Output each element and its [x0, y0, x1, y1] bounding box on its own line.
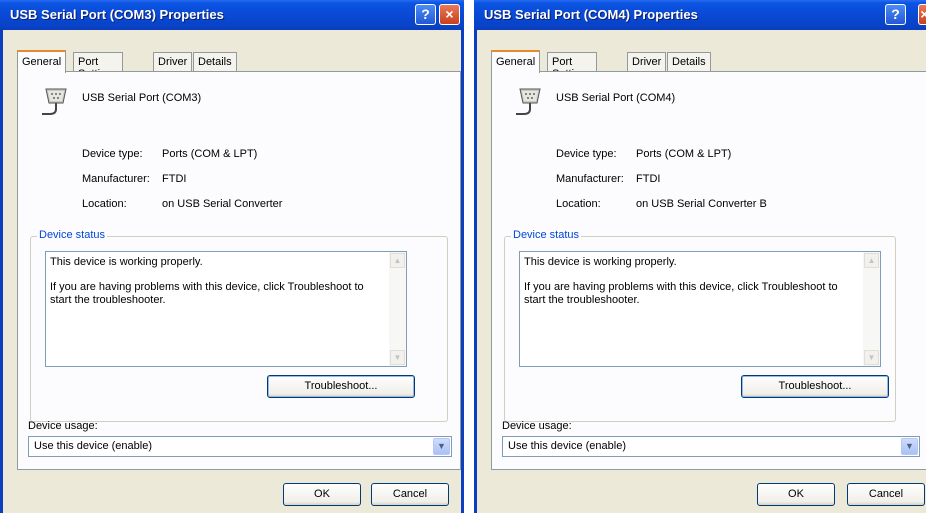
title-bar[interactable]: USB Serial Port (COM3) Properties ? ×: [0, 0, 464, 30]
scroll-up-icon[interactable]: ▲: [390, 253, 405, 268]
close-button[interactable]: ×: [918, 4, 926, 25]
status-working-text: This device is working properly.: [50, 256, 203, 268]
tab-port-settings[interactable]: Port Settings: [547, 52, 597, 80]
troubleshoot-button[interactable]: Troubleshoot...: [741, 375, 889, 398]
device-status-title: Device status: [37, 229, 108, 241]
device-usage-select[interactable]: Use this device (enable) ▼: [502, 436, 920, 457]
title-bar[interactable]: USB Serial Port (COM4) Properties ? ×: [474, 0, 926, 30]
device-type-label: Device type:: [82, 148, 143, 160]
manufacturer-label: Manufacturer:: [556, 173, 624, 185]
help-button[interactable]: ?: [415, 4, 436, 25]
status-scrollbar[interactable]: ▲ ▼: [863, 252, 880, 366]
properties-dialog-com4: USB Serial Port (COM4) Properties ? × Ge…: [474, 0, 926, 513]
device-status-title: Device status: [511, 229, 582, 241]
device-usage-label: Device usage:: [502, 420, 572, 432]
device-usage-select[interactable]: Use this device (enable) ▼: [28, 436, 452, 457]
device-usage-value: Use this device (enable): [508, 440, 627, 452]
troubleshoot-button[interactable]: Troubleshoot...: [267, 375, 415, 398]
status-help-text: If you are having problems with this dev…: [50, 281, 364, 306]
device-status-textbox[interactable]: This device is working properly. If you …: [519, 251, 881, 367]
tab-port-settings[interactable]: Port Settings: [73, 52, 123, 80]
cancel-button[interactable]: Cancel: [371, 483, 449, 506]
properties-dialog-com3: USB Serial Port (COM3) Properties ? × Ge…: [0, 0, 464, 513]
tab-general[interactable]: General: [17, 50, 67, 73]
device-status-textbox[interactable]: This device is working properly. If you …: [45, 251, 407, 367]
serial-port-icon: [42, 88, 67, 115]
tab-general[interactable]: General: [491, 50, 541, 73]
help-button[interactable]: ?: [885, 4, 906, 25]
device-name: USB Serial Port (COM4): [556, 92, 676, 104]
cancel-button[interactable]: Cancel: [847, 483, 925, 506]
serial-port-icon: [516, 88, 541, 115]
device-type-value: Ports (COM & LPT): [636, 148, 732, 160]
device-status-group: Device status This device is working pro…: [504, 229, 896, 422]
close-button[interactable]: ×: [439, 4, 460, 25]
window-title: USB Serial Port (COM3) Properties: [10, 7, 224, 22]
general-tab-panel: USB Serial Port (COM3) Device type: Port…: [17, 71, 461, 470]
status-help-text: If you are having problems with this dev…: [524, 281, 838, 306]
location-label: Location:: [556, 198, 601, 210]
location-label: Location:: [82, 198, 127, 210]
status-scrollbar[interactable]: ▲ ▼: [389, 252, 406, 366]
tab-driver[interactable]: Driver: [627, 52, 667, 71]
tab-details[interactable]: Details: [193, 52, 237, 71]
scroll-up-icon[interactable]: ▲: [864, 253, 879, 268]
location-value: on USB Serial Converter: [162, 198, 283, 210]
tab-driver[interactable]: Driver: [153, 52, 193, 71]
device-usage-label: Device usage:: [28, 420, 98, 432]
scroll-down-icon[interactable]: ▼: [390, 350, 405, 365]
device-status-group: Device status This device is working pro…: [30, 229, 448, 422]
location-value: on USB Serial Converter B: [636, 198, 767, 210]
manufacturer-value: FTDI: [162, 173, 187, 185]
chevron-down-icon[interactable]: ▼: [901, 438, 918, 455]
scroll-down-icon[interactable]: ▼: [864, 350, 879, 365]
manufacturer-value: FTDI: [636, 173, 661, 185]
ok-button[interactable]: OK: [757, 483, 835, 506]
device-usage-value: Use this device (enable): [34, 440, 153, 452]
chevron-down-icon[interactable]: ▼: [433, 438, 450, 455]
general-tab-panel: USB Serial Port (COM4) Device type: Port…: [491, 71, 926, 470]
device-type-value: Ports (COM & LPT): [162, 148, 258, 160]
tab-details[interactable]: Details: [667, 52, 711, 71]
status-working-text: This device is working properly.: [524, 256, 677, 268]
ok-button[interactable]: OK: [283, 483, 361, 506]
device-name: USB Serial Port (COM3): [82, 92, 202, 104]
device-type-label: Device type:: [556, 148, 617, 160]
manufacturer-label: Manufacturer:: [82, 173, 150, 185]
window-title: USB Serial Port (COM4) Properties: [484, 7, 698, 22]
